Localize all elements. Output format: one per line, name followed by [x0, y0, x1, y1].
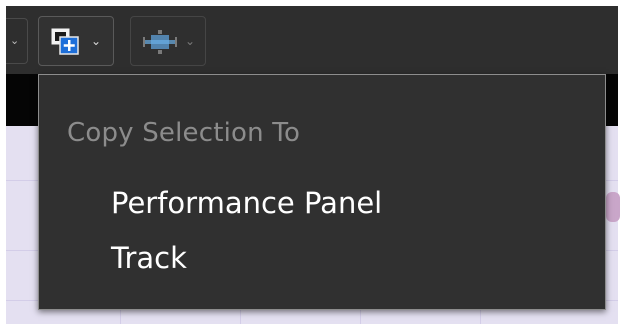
screen: ⌄ ⌄ ⌄ Copy Selection To Performance Pane… — [0, 0, 623, 327]
copy-selection-button[interactable]: ⌄ — [38, 16, 114, 66]
timeline-clip — [606, 192, 620, 222]
copy-selection-menu: Copy Selection To Performance Panel Trac… — [38, 74, 606, 310]
chevron-down-icon: ⌄ — [185, 34, 196, 48]
previous-toolbar-button[interactable]: ⌄ — [6, 18, 28, 64]
zoom-fit-button[interactable]: ⌄ — [130, 16, 206, 66]
menu-item-track[interactable]: Track — [111, 241, 187, 275]
toolbar: ⌄ ⌄ ⌄ — [6, 6, 618, 74]
zoom-to-fit-icon — [143, 30, 177, 54]
copy-add-icon — [51, 28, 79, 55]
menu-item-performance-panel[interactable]: Performance Panel — [111, 186, 382, 220]
menu-header: Copy Selection To — [67, 118, 301, 148]
chevron-down-icon: ⌄ — [91, 34, 102, 48]
chevron-down-icon: ⌄ — [10, 34, 20, 47]
